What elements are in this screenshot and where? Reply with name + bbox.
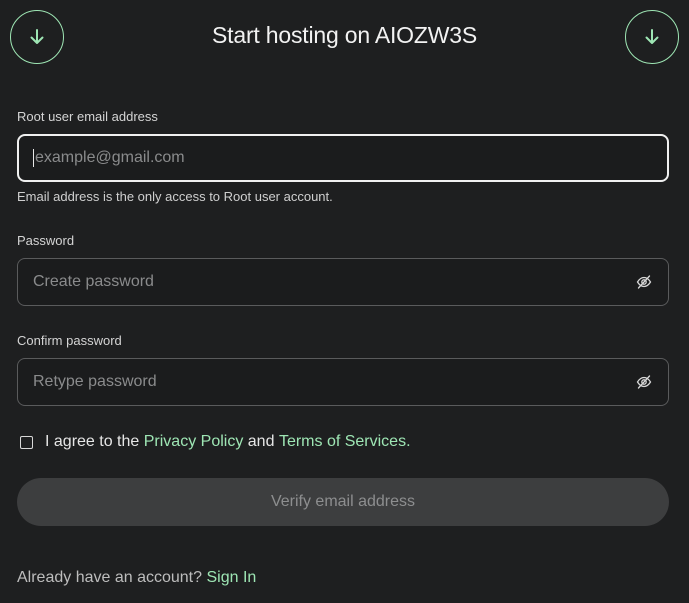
email-field-container[interactable] — [17, 134, 669, 182]
email-label: Root user email address — [17, 109, 158, 124]
eye-off-icon — [636, 375, 652, 389]
toggle-confirm-password-visibility-button[interactable] — [635, 373, 653, 391]
page-title: Start hosting on AIOZW3S — [212, 22, 477, 48]
arrow-down-icon — [645, 29, 659, 44]
email-field[interactable] — [35, 149, 653, 167]
agree-checkbox[interactable] — [20, 435, 33, 449]
password-field-container[interactable] — [17, 258, 669, 306]
confirm-password-field-container[interactable] — [17, 358, 669, 406]
signin-prompt: Already have an account? — [17, 569, 203, 586]
password-field[interactable] — [33, 273, 635, 291]
confirm-password-field[interactable] — [33, 373, 635, 391]
signup-page: Start hosting on AIOZW3S Root user email… — [0, 0, 689, 603]
sign-in-link[interactable]: Sign In — [206, 569, 256, 586]
agreement-conjunction: and — [247, 433, 275, 450]
agreement-row: I agree to the Privacy Policy and Terms … — [20, 433, 411, 451]
eye-off-icon — [636, 275, 652, 289]
agreement-prefix: I agree to the — [45, 433, 140, 450]
terms-of-services-link[interactable]: Terms of Services. — [279, 433, 411, 451]
right-arrow-down-button[interactable] — [625, 10, 679, 64]
email-helper-text: Email address is the only access to Root… — [17, 189, 333, 204]
signin-row: Already have an account? Sign In — [17, 569, 256, 587]
toggle-password-visibility-button[interactable] — [635, 273, 653, 291]
privacy-policy-link[interactable]: Privacy Policy — [144, 433, 244, 451]
text-caret — [33, 149, 34, 167]
verify-email-button[interactable]: Verify email address — [17, 478, 669, 526]
confirm-password-label: Confirm password — [17, 333, 122, 348]
password-label: Password — [17, 233, 75, 248]
